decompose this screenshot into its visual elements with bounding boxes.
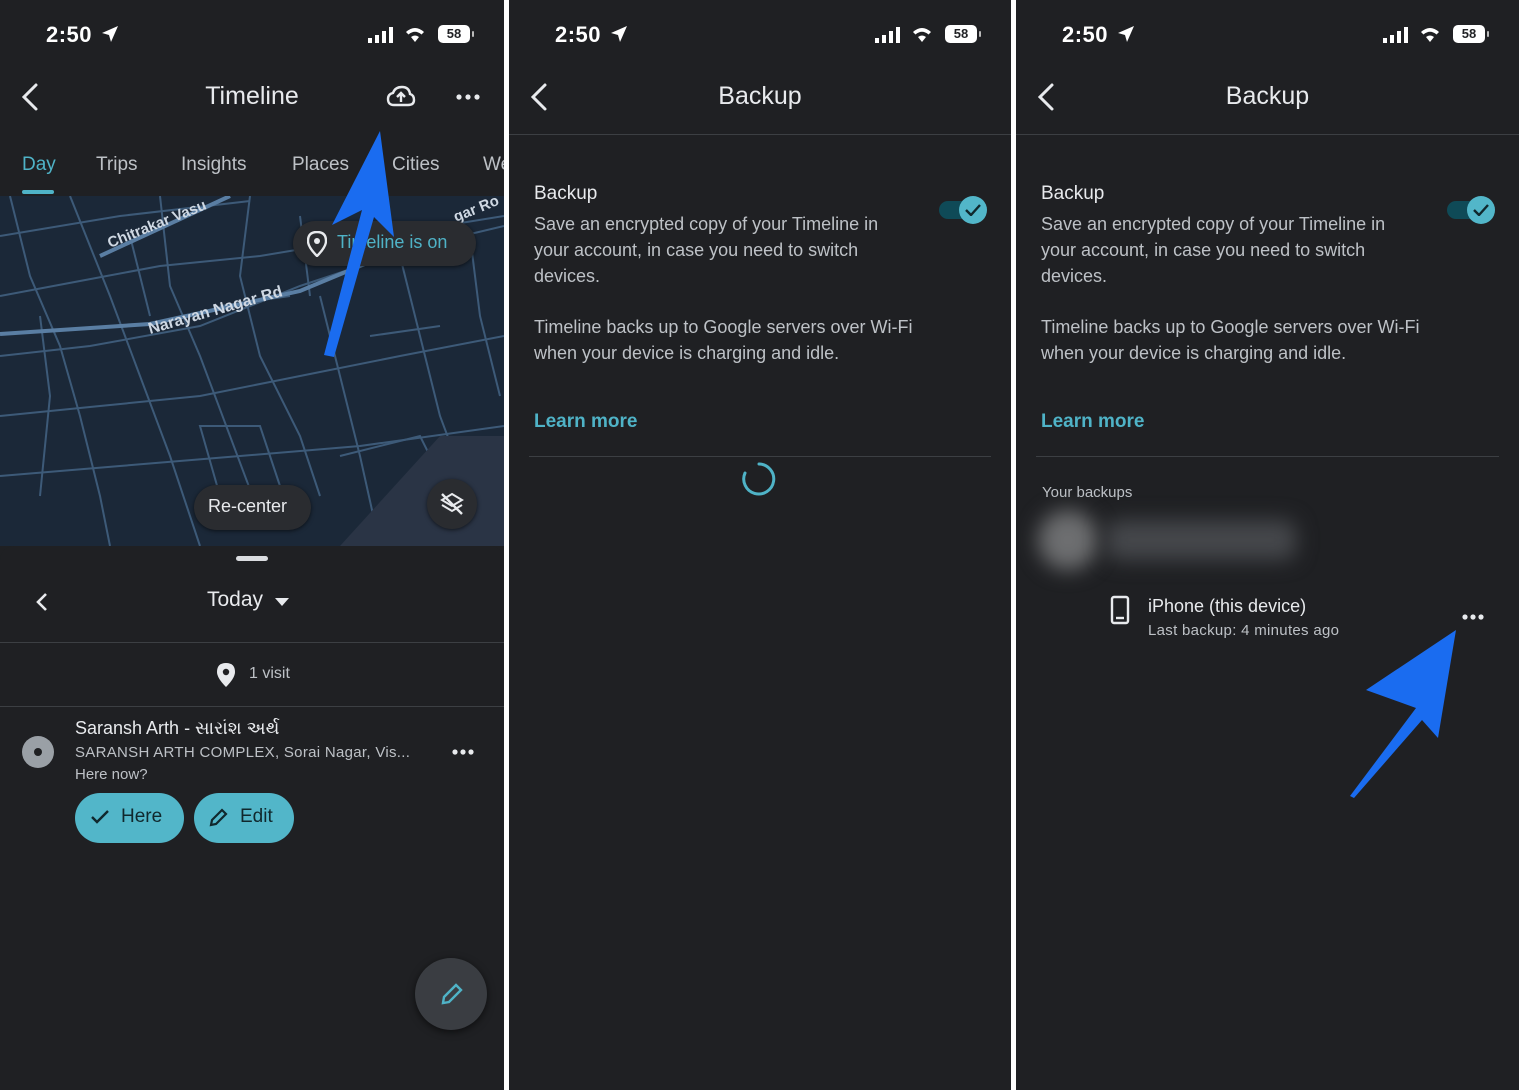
spinner-icon (742, 462, 776, 496)
backup-description: Save an encrypted copy of your Timeline … (1041, 214, 1386, 286)
backup-screen-loading: 2:50 58 Backup Backup Save an encrypted … (509, 0, 1011, 1090)
signal-icon (1383, 27, 1408, 43)
annotation-arrow (324, 131, 394, 357)
battery-indicator: 58 (945, 25, 981, 43)
phone-icon (1110, 595, 1130, 625)
more-horiz-icon[interactable] (1462, 614, 1484, 620)
sheet-divider (0, 642, 504, 643)
page-title: Timeline (205, 82, 299, 110)
check-icon (965, 204, 981, 216)
wifi-icon (406, 28, 424, 42)
here-button[interactable]: Here (75, 793, 184, 843)
last-backup-time: Last backup: 4 minutes ago (1148, 622, 1340, 639)
location-arrow-icon (1118, 26, 1134, 42)
location-pin-icon (217, 663, 235, 687)
edit-button[interactable]: Edit (194, 793, 294, 843)
check-icon (1473, 204, 1489, 216)
backup-screen-loaded: 2:50 58 Backup Backup Save an encrypted … (1016, 0, 1519, 1090)
backup-toggle[interactable] (937, 196, 987, 224)
appbar-divider (509, 134, 1011, 135)
app-bar: Timeline (0, 60, 504, 134)
more-horiz-icon[interactable] (452, 749, 474, 755)
app-bar: Backup (1016, 60, 1519, 134)
visit-count: 1 visit (249, 665, 290, 682)
backup-description: Save an encrypted copy of your Timeline … (534, 214, 879, 286)
check-icon (91, 810, 109, 824)
here-now-prompt: Here now? (75, 766, 148, 783)
pencil-icon (441, 983, 463, 1005)
edit-fab[interactable] (415, 958, 487, 1030)
app-bar: Backup (509, 60, 1011, 134)
road-label: Chitrakar Vasu (105, 197, 209, 252)
edit-label: Edit (240, 806, 273, 827)
backup-heading: Backup (1041, 183, 1105, 204)
place-marker-icon (22, 736, 54, 768)
battery-indicator: 58 (438, 25, 474, 43)
dropdown-icon[interactable] (275, 598, 289, 606)
wifi-icon (913, 28, 931, 42)
map-view[interactable]: Chitrakar Vasu Narayan Nagar Rd gar Ro T… (0, 196, 504, 546)
place-name[interactable]: Saransh Arth - સારાંશ અર્થ (75, 718, 279, 739)
location-arrow-icon (611, 26, 627, 42)
learn-more-link[interactable]: Learn more (1041, 411, 1144, 433)
tab-bar: Day Trips Insights Places Cities We (0, 140, 504, 196)
battery-indicator: 58 (1453, 25, 1489, 43)
status-time: 2:50 (46, 22, 93, 47)
recenter-button[interactable]: Re-center (194, 485, 311, 530)
date-selector[interactable]: Today (207, 588, 263, 612)
road-label: Narayan Nagar Rd (146, 283, 284, 338)
backup-note: Timeline backs up to Google servers over… (1041, 317, 1420, 363)
status-bar: 2:50 58 (1016, 18, 1519, 52)
appbar-divider (1016, 134, 1519, 135)
cloud-upload-icon[interactable] (386, 85, 416, 109)
learn-more-link[interactable]: Learn more (534, 411, 637, 433)
here-label: Here (121, 806, 163, 827)
signal-icon (875, 27, 900, 43)
device-name: iPhone (this device) (1148, 596, 1307, 616)
page-title: Backup (718, 82, 802, 110)
your-backups-label: Your backups (1042, 484, 1133, 501)
backup-note: Timeline backs up to Google servers over… (534, 317, 913, 363)
drag-handle[interactable] (236, 556, 268, 561)
page-title: Backup (1225, 82, 1310, 110)
tab-indicator (22, 190, 54, 194)
backup-heading: Backup (534, 183, 598, 204)
more-horiz-icon[interactable] (456, 94, 480, 100)
status-time: 2:50 (1062, 22, 1109, 47)
place-address: SARANSH ARTH COMPLEX, Sorai Nagar, Vis..… (75, 744, 411, 761)
tab-world[interactable]: We (483, 154, 504, 176)
annotation-arrow (1350, 630, 1456, 798)
chevron-left-icon[interactable] (34, 591, 50, 613)
pencil-icon (209, 808, 228, 827)
blurred-account-avatar (1038, 510, 1098, 570)
location-arrow-icon (102, 26, 118, 42)
section-divider (529, 456, 991, 457)
layers-off-icon (440, 492, 464, 515)
signal-icon (368, 27, 393, 43)
tab-day[interactable]: Day (22, 154, 56, 176)
tab-insights[interactable]: Insights (181, 154, 246, 176)
sheet-divider (0, 706, 504, 707)
layers-button[interactable] (427, 479, 477, 529)
timeline-screen: 2:50 58 Timeline Day Trips Insights Plac… (0, 0, 504, 1090)
tab-trips[interactable]: Trips (96, 154, 138, 176)
backup-toggle[interactable] (1445, 196, 1495, 224)
recenter-label: Re-center (208, 496, 288, 516)
wifi-icon (1421, 28, 1439, 42)
blurred-account-name (1106, 520, 1296, 560)
status-bar: 2:50 58 (509, 18, 1011, 52)
status-time: 2:50 (555, 22, 602, 47)
status-bar: 2:50 58 (0, 18, 504, 52)
section-divider (1036, 456, 1499, 457)
